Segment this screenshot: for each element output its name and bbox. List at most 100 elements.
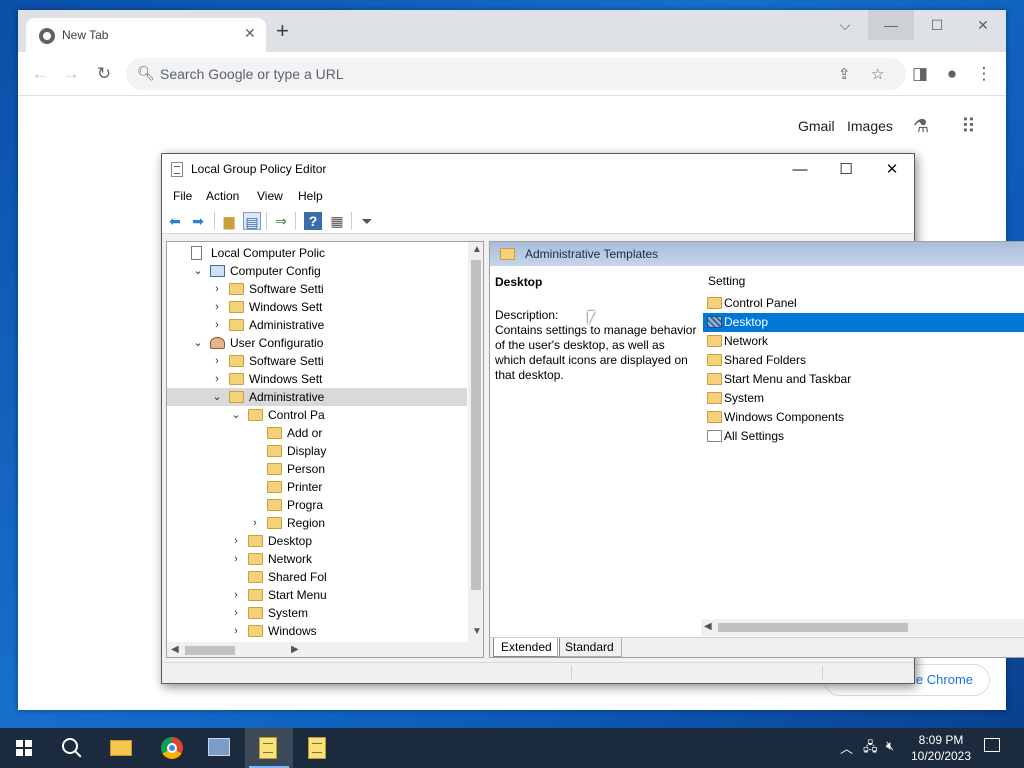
taskbar-policy-editor[interactable] xyxy=(245,728,293,768)
tree-item[interactable]: › Windows Sett xyxy=(167,298,467,316)
menu-view[interactable]: View xyxy=(257,189,283,203)
images-link[interactable]: Images xyxy=(847,118,893,134)
back-arrow-icon[interactable]: ⬅ xyxy=(166,212,184,230)
tree-vertical-scrollbar[interactable]: ▲ ▼ xyxy=(468,242,483,642)
collapsed-chevron-icon[interactable]: › xyxy=(230,532,242,550)
tree-horizontal-scrollbar[interactable]: ◀ ▶ xyxy=(167,642,483,657)
tree-item[interactable]: Person xyxy=(167,460,467,478)
show-hide-tree-icon[interactable]: ▤ xyxy=(243,212,261,230)
maximize-button[interactable]: ☐ xyxy=(914,10,960,40)
menu-file[interactable]: File xyxy=(173,189,192,203)
expanded-chevron-icon[interactable]: ⌄ xyxy=(230,406,242,424)
notification-center-icon[interactable] xyxy=(984,738,1000,752)
tab-standard[interactable]: Standard xyxy=(557,638,622,657)
tree-item[interactable]: Local Computer Polic xyxy=(167,244,467,262)
omnibox[interactable]: 🔍︎ ⇪ ☆ xyxy=(126,58,906,90)
tree-item[interactable]: › Region xyxy=(167,514,467,532)
expanded-chevron-icon[interactable]: ⌄ xyxy=(192,262,204,280)
tree-item[interactable]: › Software Setti xyxy=(167,280,467,298)
collapsed-chevron-icon[interactable]: › xyxy=(211,316,223,334)
tab-search-chevron-icon[interactable]: ⌵ xyxy=(822,10,868,40)
collapsed-chevron-icon[interactable]: › xyxy=(211,352,223,370)
labs-flask-icon[interactable]: ⚗ xyxy=(913,116,929,137)
taskbar-file-explorer[interactable] xyxy=(98,728,146,768)
taskbar-search-button[interactable] xyxy=(48,728,96,768)
menu-action[interactable]: Action xyxy=(206,189,239,203)
scroll-up-icon[interactable]: ▲ xyxy=(472,244,482,255)
setting-list-item[interactable]: Desktop xyxy=(703,313,1024,332)
collapsed-chevron-icon[interactable]: › xyxy=(230,550,242,568)
taskbar-clock[interactable]: 8:09 PM 10/20/2023 xyxy=(906,732,976,764)
collapsed-chevron-icon[interactable]: › xyxy=(211,280,223,298)
network-status-icon[interactable]: 🖧 xyxy=(863,738,878,760)
bookmark-star-icon[interactable]: ☆ xyxy=(871,65,884,83)
tree-item[interactable]: Printer xyxy=(167,478,467,496)
apps-grid-icon[interactable]: ⠿ xyxy=(961,114,976,139)
setting-list-item[interactable]: Network xyxy=(703,332,1024,351)
taskbar-notepad[interactable] xyxy=(294,728,342,768)
tab-close-icon[interactable]: ✕ xyxy=(244,25,256,42)
tree-item[interactable]: › Administrative xyxy=(167,316,467,334)
help-icon[interactable]: ? xyxy=(304,212,322,230)
column-header-setting[interactable]: Setting xyxy=(707,274,1024,294)
close-window-button[interactable]: ✕ xyxy=(960,10,1006,40)
side-panel-icon[interactable]: ◨ xyxy=(906,60,934,88)
scroll-thumb[interactable] xyxy=(471,260,481,590)
scroll-right-icon[interactable]: ▶ xyxy=(291,644,299,655)
tree-item[interactable]: Progra xyxy=(167,496,467,514)
expanded-chevron-icon[interactable]: ⌄ xyxy=(192,334,204,352)
setting-list-item[interactable]: Windows Components xyxy=(703,408,1024,427)
start-button[interactable] xyxy=(0,728,48,768)
setting-list-item[interactable]: Control Panel xyxy=(703,294,1024,313)
scroll-left-icon[interactable]: ◀ xyxy=(704,621,712,632)
tree-item[interactable]: ⌄ User Configuratio xyxy=(167,334,467,352)
up-folder-icon[interactable]: ▆ xyxy=(220,212,238,230)
scroll-down-icon[interactable]: ▼ xyxy=(472,626,482,637)
volume-muted-icon[interactable]: 🔇︎ xyxy=(886,738,894,754)
collapsed-chevron-icon[interactable]: › xyxy=(230,586,242,604)
new-tab-button[interactable]: + xyxy=(276,20,289,42)
profile-avatar-icon[interactable]: ● xyxy=(938,60,966,88)
expanded-chevron-icon[interactable]: ⌄ xyxy=(211,388,223,406)
tree-item[interactable]: Add or xyxy=(167,424,467,442)
setting-list-item[interactable]: Start Menu and Taskbar xyxy=(703,370,1024,389)
tree-item[interactable]: › Start Menu xyxy=(167,586,467,604)
collapsed-chevron-icon[interactable]: › xyxy=(230,622,242,640)
filter-icon[interactable]: ⏷ xyxy=(358,212,376,230)
tree-item[interactable]: › Software Setti xyxy=(167,352,467,370)
omnibox-input[interactable] xyxy=(160,64,820,84)
tree-item[interactable]: › Windows xyxy=(167,622,467,640)
tree-item[interactable]: Display xyxy=(167,442,467,460)
close-button[interactable]: ✕ xyxy=(869,154,915,185)
scroll-thumb[interactable] xyxy=(185,646,235,655)
maximize-button[interactable]: ☐ xyxy=(823,154,869,185)
tree-item[interactable]: ⌄ Control Pa xyxy=(167,406,467,424)
tab-new-tab[interactable]: New Tab ✕ xyxy=(26,18,266,52)
forward-arrow-icon[interactable]: ➡ xyxy=(189,212,207,230)
forward-button[interactable]: → xyxy=(57,60,85,88)
setting-list-item[interactable]: Shared Folders xyxy=(703,351,1024,370)
collapsed-chevron-icon[interactable]: › xyxy=(230,604,242,622)
tab-extended[interactable]: Extended xyxy=(493,638,560,657)
minimize-button[interactable]: — xyxy=(868,10,914,40)
setting-list-item[interactable]: System xyxy=(703,389,1024,408)
tray-chevron-icon[interactable]: ︿ xyxy=(840,738,853,757)
back-button[interactable]: ← xyxy=(26,60,54,88)
tree-item[interactable]: ⌄ Computer Config xyxy=(167,262,467,280)
taskbar-network-app[interactable] xyxy=(196,728,244,768)
tree-item[interactable]: › Desktop xyxy=(167,532,467,550)
scroll-thumb[interactable] xyxy=(718,623,908,632)
minimize-button[interactable]: — xyxy=(777,154,823,185)
taskbar-chrome[interactable] xyxy=(148,728,196,768)
properties-icon[interactable]: ▦ xyxy=(328,212,346,230)
setting-list-item[interactable]: All Settings xyxy=(703,427,1024,446)
menu-help[interactable]: Help xyxy=(298,189,323,203)
tree-item[interactable]: ⌄ Administrative xyxy=(167,388,467,406)
scroll-left-icon[interactable]: ◀ xyxy=(171,644,179,655)
tree-item[interactable]: › Windows Sett xyxy=(167,370,467,388)
tree-item[interactable]: › System xyxy=(167,604,467,622)
reload-button[interactable]: ↻ xyxy=(90,60,118,88)
collapsed-chevron-icon[interactable]: › xyxy=(211,370,223,388)
gmail-link[interactable]: Gmail xyxy=(798,118,835,134)
collapsed-chevron-icon[interactable]: › xyxy=(211,298,223,316)
